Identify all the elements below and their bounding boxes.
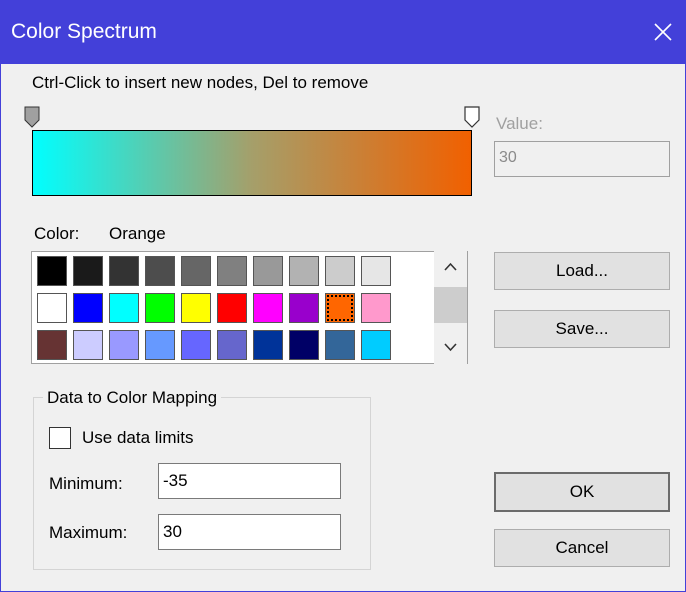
window-border-left (0, 64, 1, 592)
color-swatch[interactable] (361, 293, 391, 323)
color-swatch[interactable] (73, 293, 103, 323)
chevron-down-icon (444, 343, 457, 352)
color-swatch[interactable] (325, 256, 355, 286)
scroll-up-button[interactable] (434, 251, 467, 283)
color-swatch[interactable] (289, 330, 319, 360)
color-swatch[interactable] (361, 330, 391, 360)
color-swatch[interactable] (289, 293, 319, 323)
spectrum-gradient (33, 131, 471, 195)
instructions-text: Ctrl-Click to insert new nodes, Del to r… (32, 73, 369, 92)
color-swatch[interactable] (325, 330, 355, 360)
color-swatch[interactable] (361, 256, 391, 286)
maximum-input[interactable]: 30 (158, 514, 341, 550)
title-bar: Color Spectrum (0, 0, 686, 64)
load-button[interactable]: Load... (494, 252, 670, 290)
palette-scrollbar[interactable] (434, 251, 467, 364)
color-swatch[interactable] (253, 256, 283, 286)
window-title: Color Spectrum (11, 20, 157, 43)
ok-button[interactable]: OK (494, 472, 670, 512)
value-label: Value: (496, 114, 543, 133)
gradient-node-start-icon[interactable] (24, 106, 40, 128)
scroll-down-button[interactable] (434, 332, 467, 364)
color-swatch[interactable] (37, 293, 67, 323)
color-swatch[interactable] (289, 256, 319, 286)
color-spectrum-bar[interactable] (32, 130, 472, 196)
color-swatch[interactable] (145, 256, 175, 286)
cancel-button[interactable]: Cancel (494, 529, 670, 567)
data-mapping-title: Data to Color Mapping (43, 388, 222, 408)
close-icon (654, 23, 672, 41)
gradient-node-end-icon[interactable] (464, 106, 480, 128)
minimum-input[interactable]: -35 (158, 463, 341, 499)
color-swatch[interactable] (109, 293, 139, 323)
chevron-up-icon (444, 262, 457, 271)
value-field: 30 (494, 141, 670, 177)
color-swatch[interactable] (37, 330, 67, 360)
color-swatch[interactable] (145, 293, 175, 323)
color-swatch[interactable] (217, 293, 247, 323)
color-swatch[interactable] (181, 256, 211, 286)
color-swatch[interactable] (217, 256, 247, 286)
swatch-grid (37, 256, 391, 360)
use-data-limits-checkbox[interactable] (49, 427, 71, 449)
color-swatch[interactable] (253, 330, 283, 360)
use-data-limits-label: Use data limits (82, 428, 194, 447)
save-button[interactable]: Save... (494, 310, 670, 348)
color-palette (31, 251, 468, 364)
color-swatch[interactable] (73, 256, 103, 286)
color-swatch[interactable] (253, 293, 283, 323)
color-swatch[interactable] (109, 256, 139, 286)
color-swatch[interactable] (109, 330, 139, 360)
color-swatch[interactable] (145, 330, 175, 360)
color-swatch[interactable] (73, 330, 103, 360)
close-button[interactable] (640, 0, 686, 64)
minimum-label: Minimum: (49, 474, 123, 493)
color-name: Orange (109, 224, 166, 243)
color-swatch[interactable] (181, 330, 211, 360)
color-swatch[interactable] (37, 256, 67, 286)
maximum-label: Maximum: (49, 523, 128, 542)
color-label: Color: (34, 224, 80, 243)
color-swatch[interactable] (181, 293, 211, 323)
color-swatch[interactable] (217, 330, 247, 360)
color-swatch[interactable] (325, 293, 355, 323)
scroll-thumb[interactable] (434, 287, 467, 323)
